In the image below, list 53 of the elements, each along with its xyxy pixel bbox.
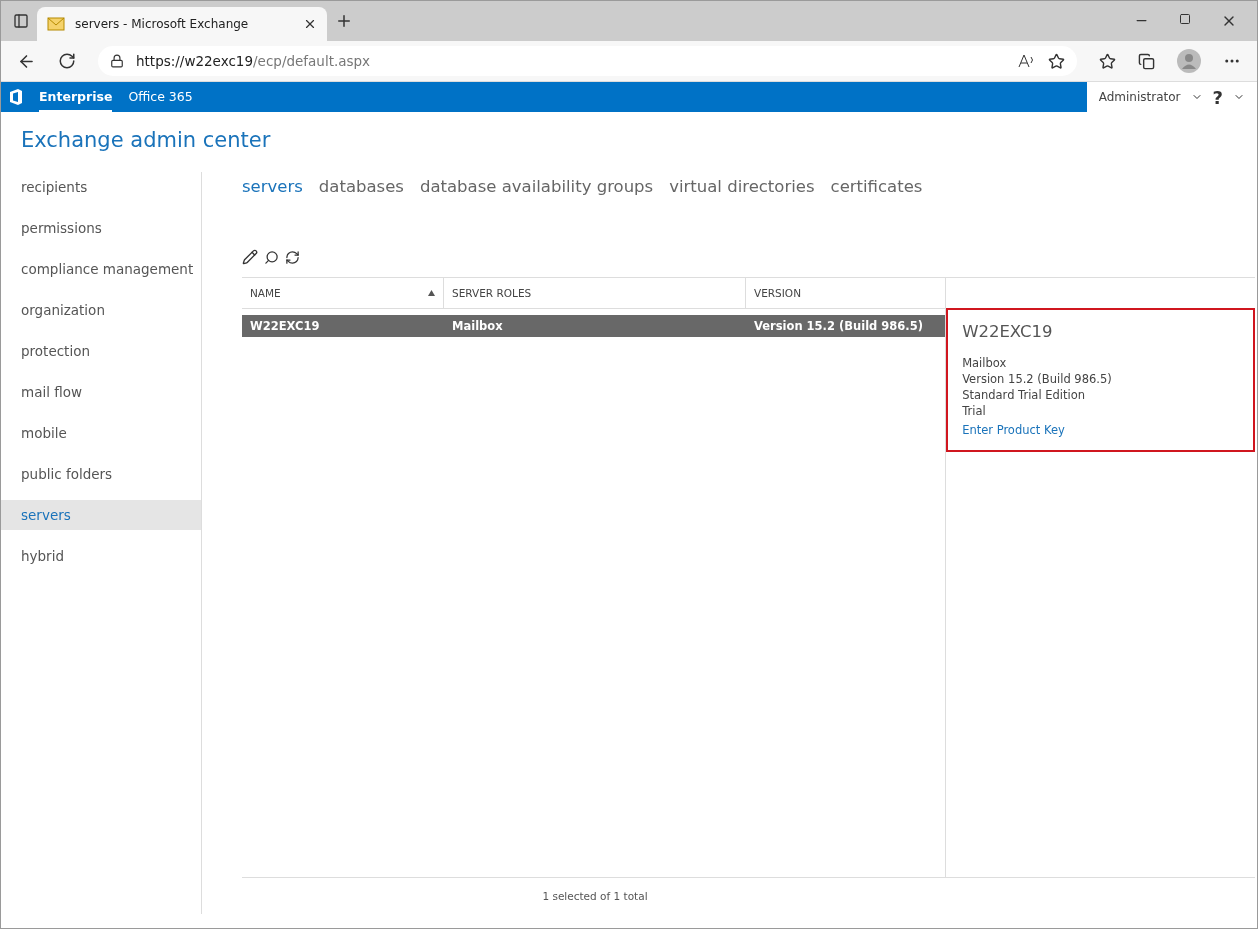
sidebar-item[interactable]: protection bbox=[1, 336, 201, 366]
product-key-link[interactable]: Enter Product Key bbox=[962, 423, 1065, 437]
office-logo-icon bbox=[9, 89, 23, 105]
refresh-icon[interactable] bbox=[285, 249, 300, 265]
read-aloud-icon[interactable] bbox=[1018, 54, 1036, 68]
tab-actions-icon[interactable] bbox=[13, 13, 29, 29]
help-menu[interactable]: ? bbox=[1212, 86, 1223, 108]
nav-tab[interactable]: certificates bbox=[830, 177, 923, 201]
sidebar-item[interactable]: permissions bbox=[1, 213, 201, 243]
profile-avatar[interactable] bbox=[1177, 49, 1201, 73]
sidebar-item[interactable]: organization bbox=[1, 295, 201, 325]
details-text: Version 15.2 (Build 986.5) bbox=[962, 371, 1113, 387]
table-cell-text: Version 15.2 (Build 986.5) bbox=[753, 318, 924, 335]
sidebar-item[interactable]: public folders bbox=[1, 459, 201, 489]
status-text: 1 selected of 1 total bbox=[542, 890, 648, 902]
collections-icon[interactable] bbox=[1138, 52, 1155, 70]
column-header[interactable]: NAME bbox=[242, 278, 444, 308]
column-header[interactable]: VERSION bbox=[746, 278, 946, 308]
sidebar-item[interactable]: mail flow bbox=[1, 377, 201, 407]
nav-tab[interactable]: databases bbox=[318, 177, 404, 201]
column-header[interactable]: SERVER ROLES bbox=[444, 278, 746, 308]
app-title: Exchange admin center bbox=[20, 127, 272, 154]
sidebar-item[interactable]: mobile bbox=[1, 418, 201, 448]
suite-link[interactable]: Enterprise bbox=[39, 82, 113, 112]
sidebar-item[interactable]: servers bbox=[1, 500, 201, 530]
table-row[interactable]: W22EXC19 Mailbox Version 15.2 (Build 986.5) bbox=[242, 315, 946, 337]
search-icon[interactable] bbox=[264, 249, 279, 265]
details-text: Trial bbox=[962, 403, 987, 419]
details-title: W22EXC19 bbox=[962, 322, 1054, 341]
address-field[interactable]: https://w22exc19/ecp/default.aspx bbox=[98, 46, 1077, 76]
table-cell-text: W22EXC19 bbox=[249, 318, 321, 335]
sidebar-item[interactable]: recipients bbox=[1, 172, 201, 202]
details-text: Standard Trial Edition bbox=[962, 387, 1087, 403]
suite-link[interactable]: Office 365 bbox=[128, 82, 193, 112]
url-text: https://w22exc19/ecp/default.aspx bbox=[136, 53, 371, 69]
favorite-add-icon[interactable] bbox=[1048, 52, 1065, 70]
nav-tab[interactable]: virtual directories bbox=[669, 177, 815, 201]
lock-icon bbox=[110, 54, 124, 68]
nav-tab[interactable]: servers bbox=[242, 177, 303, 201]
reload-icon[interactable] bbox=[58, 52, 76, 70]
tab-title: servers - Microsoft Exchange bbox=[75, 17, 250, 31]
edit-icon[interactable] bbox=[242, 249, 258, 265]
new-tab-icon[interactable] bbox=[335, 12, 353, 30]
sidebar-item[interactable]: hybrid bbox=[1, 541, 201, 571]
table-cell-text: Mailbox bbox=[451, 318, 504, 335]
user-menu[interactable]: Administrator bbox=[1098, 90, 1181, 104]
details-text: Mailbox bbox=[962, 355, 1008, 371]
browser-tab[interactable]: servers - Microsoft Exchange bbox=[37, 7, 327, 41]
nav-tab[interactable]: database availability groups bbox=[419, 177, 654, 201]
sidebar-item[interactable]: compliance management bbox=[1, 254, 201, 284]
envelope-icon bbox=[47, 17, 65, 31]
favorites-icon[interactable] bbox=[1099, 52, 1116, 70]
close-icon[interactable] bbox=[303, 17, 317, 31]
